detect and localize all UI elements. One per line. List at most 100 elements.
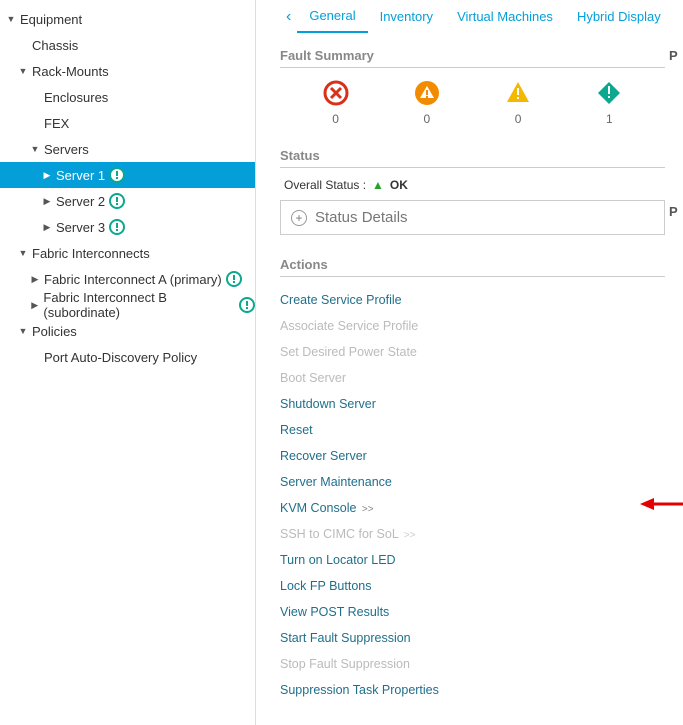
divider: [280, 276, 665, 277]
main-panel: ‹ General Inventory Virtual Machines Hyb…: [256, 0, 683, 725]
tree-label: Rack-Mounts: [32, 64, 109, 79]
tree-fi-b[interactable]: ▶ Fabric Interconnect B (subordinate): [0, 292, 255, 318]
fault-summary-title: Fault Summary: [280, 48, 665, 63]
tab-installed[interactable]: Installed: [673, 1, 683, 32]
chevron-down-icon: ▼: [18, 326, 28, 336]
action-lock-fp[interactable]: Lock FP Buttons: [280, 573, 665, 599]
action-boot-server: Boot Server: [280, 365, 665, 391]
status-ok-icon: [109, 167, 125, 183]
fault-critical[interactable]: 0: [306, 80, 366, 126]
tree-server-1[interactable]: ▶ Server 1: [0, 162, 255, 188]
status-details-label: Status Details: [315, 209, 408, 226]
fault-minor-icon: [505, 80, 531, 106]
tree-label: Server 3: [56, 220, 105, 235]
chevron-right-icon: ▶: [42, 170, 52, 181]
tab-hybrid-display[interactable]: Hybrid Display: [565, 1, 673, 32]
tree-policies[interactable]: ▼ Policies: [0, 318, 255, 344]
tree-label: Fabric Interconnects: [32, 246, 150, 261]
action-kvm-console[interactable]: KVM Console >>: [280, 495, 665, 521]
tree-label: Fabric Interconnect A (primary): [44, 272, 222, 287]
tree-label: Fabric Interconnect B (subordinate): [43, 290, 235, 320]
action-create-service-profile[interactable]: Create Service Profile: [280, 287, 665, 313]
fault-warning-count: 1: [606, 112, 613, 126]
status-ok-icon: [226, 271, 242, 287]
tree-fabric-interconnects[interactable]: ▼ Fabric Interconnects: [0, 240, 255, 266]
chevron-right-icon: ▶: [42, 222, 52, 233]
action-suppression-properties[interactable]: Suppression Task Properties: [280, 677, 665, 703]
action-recover-server[interactable]: Recover Server: [280, 443, 665, 469]
tree-label: Server 1: [56, 168, 105, 183]
fault-major-count: 0: [424, 112, 431, 126]
fault-major[interactable]: 0: [397, 80, 457, 126]
tree-equipment[interactable]: ▼ Equipment: [0, 6, 255, 32]
fault-critical-icon: [323, 80, 349, 106]
tree-server-3[interactable]: ▶ Server 3: [0, 214, 255, 240]
fault-major-icon: [414, 80, 440, 106]
action-set-power-state: Set Desired Power State: [280, 339, 665, 365]
action-server-maintenance[interactable]: Server Maintenance: [280, 469, 665, 495]
status-title: Status: [280, 148, 665, 163]
action-kvm-console-label: KVM Console: [280, 501, 356, 515]
tab-general[interactable]: General: [297, 0, 367, 33]
status-details-expander[interactable]: + Status Details: [280, 200, 665, 235]
overall-status: Overall Status : ▲ OK: [280, 178, 665, 192]
chevron-down-icon: ▼: [30, 144, 40, 154]
tree-label: Server 2: [56, 194, 105, 209]
tab-virtual-machines[interactable]: Virtual Machines: [445, 1, 565, 32]
status-up-arrow-icon: ▲: [372, 178, 384, 192]
divider: [280, 167, 665, 168]
fault-warning[interactable]: 1: [579, 80, 639, 126]
tree-label: Servers: [44, 142, 89, 157]
tree-fex[interactable]: FEX: [0, 110, 255, 136]
fault-summary-row: 0 0 0 1: [280, 68, 665, 126]
tree-port-auto-discovery[interactable]: Port Auto-Discovery Policy: [0, 344, 255, 370]
status-ok-icon: [109, 193, 125, 209]
tree-enclosures[interactable]: Enclosures: [0, 84, 255, 110]
chevron-down-icon: ▼: [18, 248, 28, 258]
fault-critical-count: 0: [332, 112, 339, 126]
tree-fi-a[interactable]: ▶ Fabric Interconnect A (primary): [0, 266, 255, 292]
action-associate-service-profile: Associate Service Profile: [280, 313, 665, 339]
action-ssh-cimc-label: SSH to CIMC for SoL: [280, 527, 398, 541]
chevron-down-icon: ▼: [6, 14, 16, 24]
fault-minor[interactable]: 0: [488, 80, 548, 126]
tabs-bar: ‹ General Inventory Virtual Machines Hyb…: [280, 0, 665, 34]
status-ok-icon: [239, 297, 255, 313]
overall-status-label: Overall Status :: [284, 178, 366, 192]
action-reset[interactable]: Reset: [280, 417, 665, 443]
action-stop-suppression: Stop Fault Suppression: [280, 651, 665, 677]
action-view-post[interactable]: View POST Results: [280, 599, 665, 625]
cutoff-text: P: [669, 48, 683, 63]
annotation-arrow-icon: [640, 494, 683, 514]
cutoff-text: P: [669, 204, 683, 219]
chevron-right-icon: >>: [362, 504, 374, 515]
chevron-right-icon: >>: [404, 530, 416, 541]
tree-server-2[interactable]: ▶ Server 2: [0, 188, 255, 214]
tree-label: Equipment: [20, 12, 82, 27]
chevron-right-icon: ▶: [30, 300, 39, 311]
action-shutdown-server[interactable]: Shutdown Server: [280, 391, 665, 417]
fault-warning-icon: [596, 80, 622, 106]
tree-servers[interactable]: ▼ Servers: [0, 136, 255, 162]
tree-label: Enclosures: [44, 90, 108, 105]
tab-inventory[interactable]: Inventory: [368, 1, 445, 32]
navigation-tree: ▼ Equipment Chassis ▼ Rack-Mounts Enclos…: [0, 0, 256, 725]
tree-label: Chassis: [32, 38, 78, 53]
chevron-down-icon: ▼: [18, 66, 28, 76]
fault-minor-count: 0: [515, 112, 522, 126]
expand-icon: +: [291, 210, 307, 226]
actions-title: Actions: [280, 257, 665, 272]
tree-label: FEX: [44, 116, 69, 131]
action-start-suppression[interactable]: Start Fault Suppression: [280, 625, 665, 651]
chevron-right-icon: ▶: [30, 274, 40, 285]
tab-back-icon[interactable]: ‹: [280, 8, 297, 26]
overall-status-value: OK: [390, 178, 408, 192]
tree-chassis[interactable]: Chassis: [0, 32, 255, 58]
tree-label: Policies: [32, 324, 77, 339]
action-ssh-cimc: SSH to CIMC for SoL >>: [280, 521, 665, 547]
tree-label: Port Auto-Discovery Policy: [44, 350, 197, 365]
actions-list: Create Service Profile Associate Service…: [280, 287, 665, 703]
chevron-right-icon: ▶: [42, 196, 52, 207]
tree-rack-mounts[interactable]: ▼ Rack-Mounts: [0, 58, 255, 84]
action-locator-led[interactable]: Turn on Locator LED: [280, 547, 665, 573]
